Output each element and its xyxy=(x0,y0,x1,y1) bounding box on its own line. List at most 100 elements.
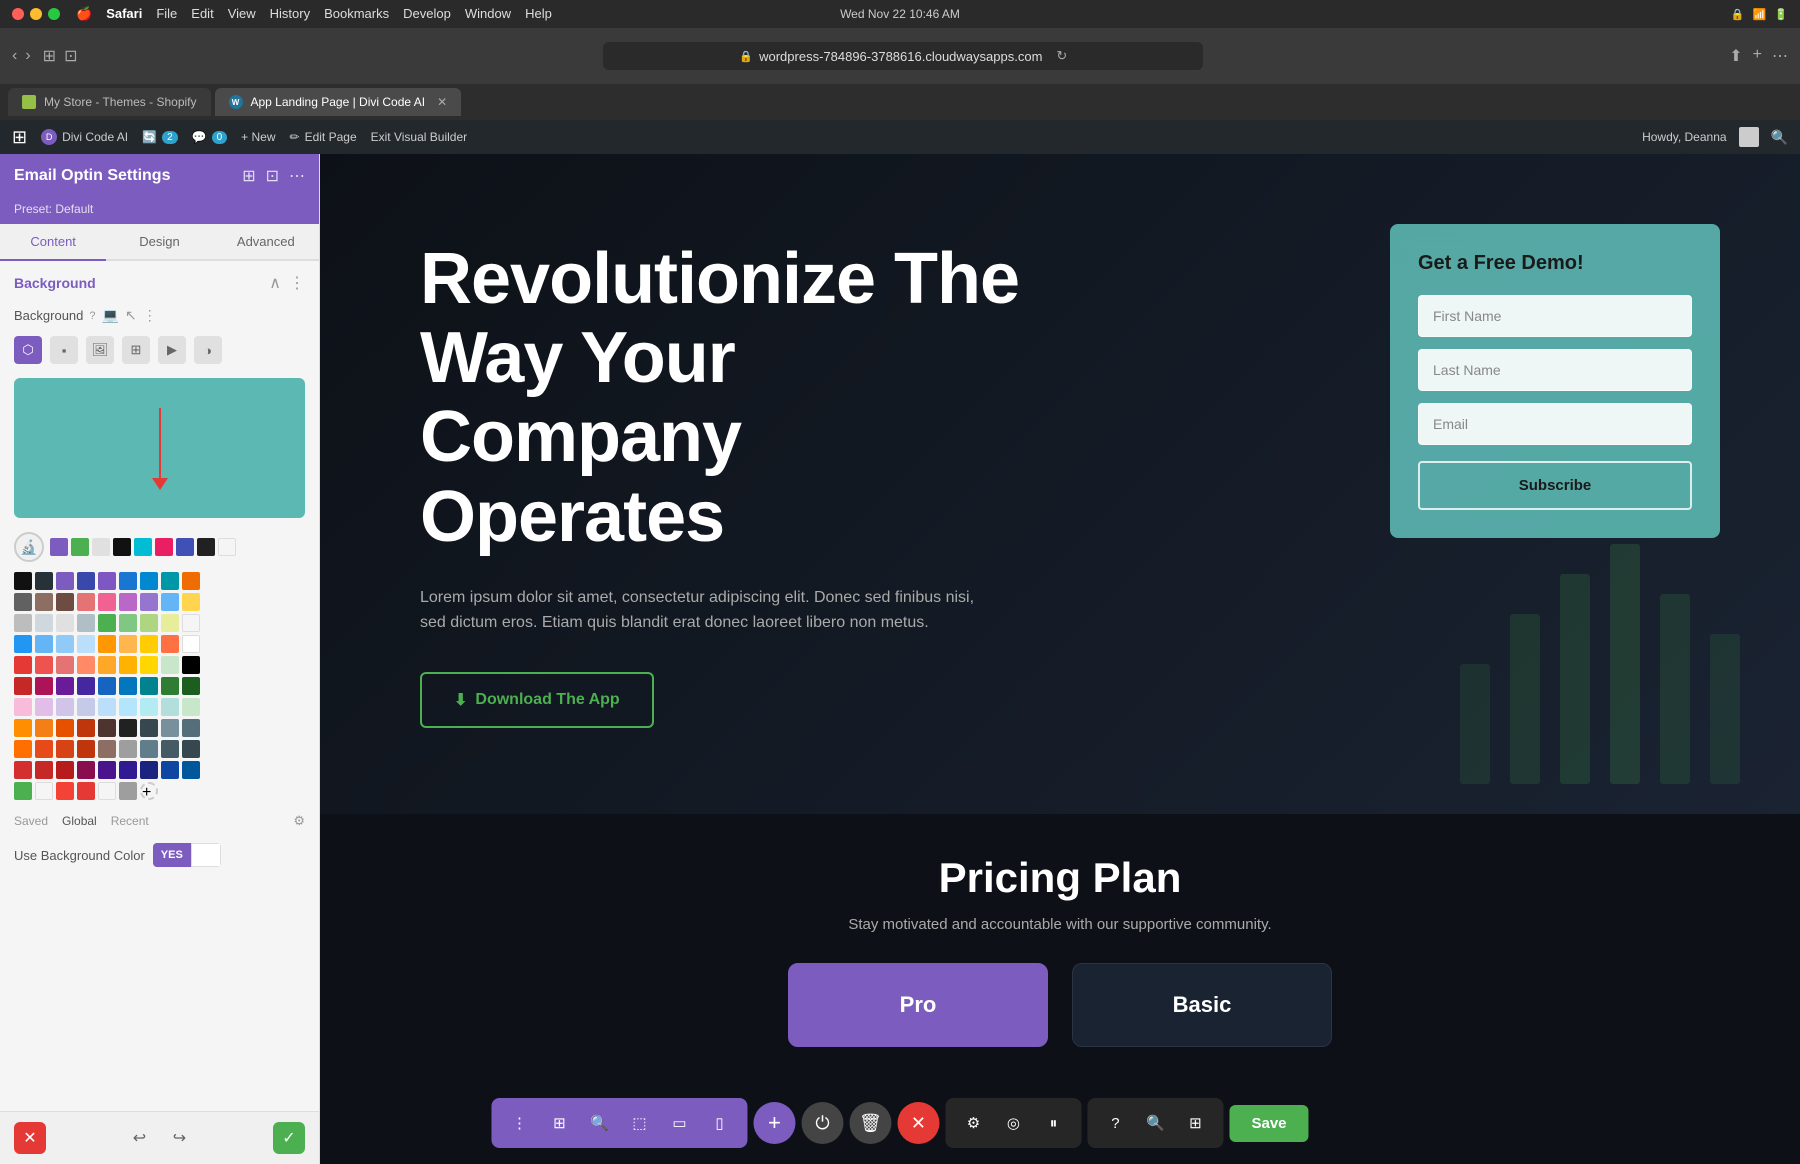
share-button[interactable]: ⬆ xyxy=(1729,46,1742,66)
close-button[interactable] xyxy=(12,8,24,20)
bg-type-mask[interactable]: ◑ xyxy=(194,336,222,364)
cg-swatch[interactable] xyxy=(140,677,158,695)
cg-swatch[interactable] xyxy=(14,614,32,632)
window-menu[interactable]: Window xyxy=(465,6,511,22)
cg-swatch[interactable] xyxy=(56,740,74,758)
cg-swatch[interactable] xyxy=(98,593,116,611)
cg-swatch[interactable] xyxy=(56,656,74,674)
cg-swatch[interactable] xyxy=(119,572,137,590)
display-toolbar-button[interactable]: ⊞ xyxy=(1177,1105,1213,1141)
first-name-input[interactable] xyxy=(1418,295,1692,337)
section-collapse-icon[interactable]: ∧ xyxy=(269,273,281,293)
redo-button[interactable]: ↪ xyxy=(164,1122,196,1154)
tab-content[interactable]: Content xyxy=(0,224,106,261)
equalizer-toolbar-button[interactable]: ⏸ xyxy=(1035,1105,1071,1141)
forward-button[interactable]: › xyxy=(25,47,30,65)
toolbar-menu-button[interactable]: ⋮ xyxy=(501,1105,537,1141)
cg-swatch[interactable] xyxy=(140,761,158,779)
cg-swatch[interactable] xyxy=(56,698,74,716)
cg-swatch[interactable] xyxy=(56,614,74,632)
wp-logo[interactable]: ⊞ xyxy=(12,127,27,148)
history-menu[interactable]: History xyxy=(270,6,310,22)
cg-swatch[interactable] xyxy=(182,593,200,611)
tab-overview[interactable]: ⊡ xyxy=(64,46,77,66)
sidebar-duplicate-icon[interactable]: ⊞ xyxy=(242,166,255,186)
cg-swatch[interactable] xyxy=(140,656,158,674)
cg-swatch[interactable] xyxy=(182,719,200,737)
cg-swatch[interactable] xyxy=(14,677,32,695)
confirm-button[interactable]: ✓ xyxy=(273,1122,305,1154)
cg-swatch[interactable] xyxy=(119,656,137,674)
cg-swatch[interactable] xyxy=(182,635,200,653)
global-tab[interactable]: Global xyxy=(62,814,97,828)
cg-swatch[interactable] xyxy=(77,635,95,653)
save-button[interactable]: Save xyxy=(1229,1105,1308,1142)
cg-swatch[interactable] xyxy=(77,614,95,632)
cg-swatch[interactable] xyxy=(14,782,32,800)
bg-type-gradient[interactable]: ⬡ xyxy=(14,336,42,364)
file-menu[interactable]: File xyxy=(156,6,177,22)
cg-swatch[interactable] xyxy=(161,761,179,779)
cg-swatch[interactable] xyxy=(119,740,137,758)
cg-swatch[interactable] xyxy=(77,761,95,779)
cg-swatch[interactable] xyxy=(35,719,53,737)
develop-menu[interactable]: Develop xyxy=(403,6,451,22)
cg-swatch[interactable] xyxy=(98,656,116,674)
minimize-button[interactable] xyxy=(30,8,42,20)
cg-swatch[interactable] xyxy=(98,635,116,653)
saved-tab[interactable]: Saved xyxy=(14,814,48,828)
cg-swatch[interactable] xyxy=(35,740,53,758)
cg-swatch[interactable] xyxy=(119,761,137,779)
cg-swatch[interactable] xyxy=(14,593,32,611)
swatch-lightgray[interactable] xyxy=(92,538,110,556)
wp-bar-divi[interactable]: D Divi Code AI xyxy=(41,129,128,145)
cg-swatch[interactable] xyxy=(182,614,200,632)
cg-swatch[interactable] xyxy=(98,782,116,800)
cg-swatch[interactable] xyxy=(182,572,200,590)
cg-swatch[interactable] xyxy=(161,593,179,611)
cg-swatch[interactable] xyxy=(14,698,32,716)
cg-swatch[interactable] xyxy=(140,614,158,632)
cg-swatch[interactable] xyxy=(161,614,179,632)
new-tab-button[interactable]: + xyxy=(1753,46,1762,66)
toolbar-wireframe-button[interactable]: ⬚ xyxy=(621,1105,657,1141)
wp-bar-comments[interactable]: 💬 0 xyxy=(192,130,228,144)
cg-swatch[interactable] xyxy=(98,719,116,737)
email-input[interactable] xyxy=(1418,403,1692,445)
cg-swatch[interactable] xyxy=(77,719,95,737)
cg-swatch[interactable] xyxy=(140,740,158,758)
cg-swatch[interactable] xyxy=(56,782,74,800)
trash-button[interactable]: 🗑 xyxy=(849,1102,891,1144)
close-toolbar-button[interactable]: ✕ xyxy=(897,1102,939,1144)
cg-swatch[interactable] xyxy=(119,593,137,611)
cg-swatch[interactable] xyxy=(14,656,32,674)
refresh-icon[interactable]: ⚙ xyxy=(293,813,305,829)
cg-swatch[interactable] xyxy=(35,656,53,674)
settings-toolbar-button[interactable]: ⚙ xyxy=(955,1105,991,1141)
wp-bar-exit-builder[interactable]: Exit Visual Builder xyxy=(371,130,468,144)
cg-swatch[interactable] xyxy=(77,656,95,674)
cg-swatch[interactable] xyxy=(182,761,200,779)
cg-swatch[interactable] xyxy=(35,572,53,590)
wp-bar-updates[interactable]: 🔄 2 xyxy=(142,130,178,144)
extensions-button[interactable]: ⋯ xyxy=(1772,46,1788,66)
swatch-verydark[interactable] xyxy=(197,538,215,556)
use-bg-toggle[interactable]: YES xyxy=(153,843,221,867)
cg-swatch[interactable] xyxy=(119,614,137,632)
cg-swatch[interactable] xyxy=(182,656,200,674)
back-button[interactable]: ‹ xyxy=(12,47,17,65)
cg-swatch[interactable] xyxy=(161,740,179,758)
swatch-white[interactable] xyxy=(218,538,236,556)
sidebar-preset[interactable]: Preset: Default xyxy=(0,198,319,224)
bg-type-pattern[interactable]: ⊞ xyxy=(122,336,150,364)
url-bar[interactable]: 🔒 wordpress-784896-3788616.cloudwaysapps… xyxy=(603,42,1203,70)
eyedropper-button[interactable]: 🔬 xyxy=(14,532,44,562)
cg-swatch[interactable] xyxy=(161,635,179,653)
cg-swatch[interactable] xyxy=(182,677,200,695)
cg-swatch[interactable] xyxy=(140,593,158,611)
apple-menu[interactable]: 🍎 xyxy=(76,6,92,22)
tab-close-icon[interactable]: ✕ xyxy=(437,95,447,109)
toolbar-search-button[interactable]: 🔍 xyxy=(581,1105,617,1141)
cg-swatch[interactable] xyxy=(161,572,179,590)
cg-swatch[interactable] xyxy=(161,656,179,674)
